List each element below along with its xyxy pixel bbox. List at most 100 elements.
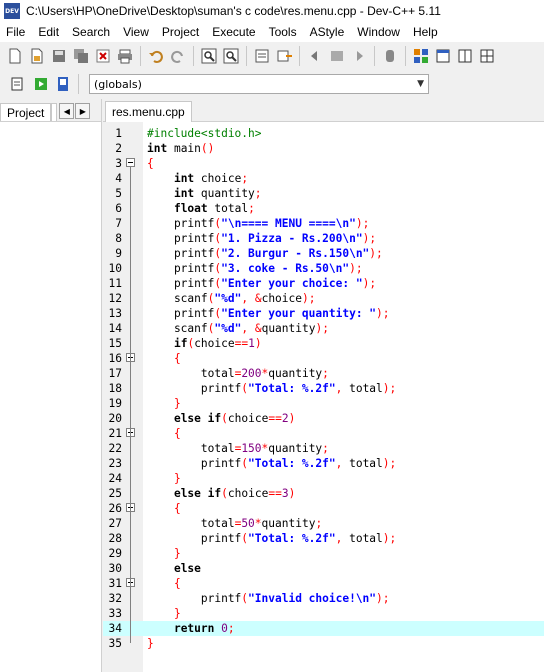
code-line[interactable]: 29 }: [103, 546, 544, 561]
menu-help[interactable]: Help: [407, 25, 445, 39]
code-text: printf("\n==== MENU ====\n");: [147, 217, 370, 230]
code-text: {: [173, 427, 181, 440]
code-line[interactable]: 4 int choice;: [103, 171, 544, 186]
redo-icon[interactable]: [169, 47, 187, 65]
code-text: printf("Enter your quantity: ");: [147, 307, 390, 320]
code-line[interactable]: 23 printf("Total: %.2f", total);: [103, 456, 544, 471]
toggle-bookmark-icon[interactable]: [328, 47, 346, 65]
code-text: }: [173, 472, 181, 485]
line-number: 11: [108, 277, 122, 290]
menu-edit[interactable]: Edit: [32, 25, 66, 39]
line-number: 25: [108, 487, 122, 500]
code-line[interactable]: 30 else: [103, 561, 544, 576]
code-line[interactable]: 17 total=200*quantity;: [103, 366, 544, 381]
tab-partial[interactable]: [51, 103, 58, 121]
code-editor[interactable]: 1 #include<stdio.h> 2 int main() 3{4 int cho…: [103, 122, 544, 672]
code-line[interactable]: 21 {: [103, 426, 544, 441]
line-number: 20: [108, 412, 122, 425]
code-line[interactable]: 33 }: [103, 606, 544, 621]
code-line[interactable]: 14 scanf("%d", &quantity);: [103, 321, 544, 336]
replace-icon[interactable]: [222, 47, 240, 65]
line-number: 4: [115, 172, 122, 185]
code-line[interactable]: 13 printf("Enter your quantity: ");: [103, 306, 544, 321]
line-number: 15: [108, 337, 122, 350]
line-number: 24: [108, 472, 122, 485]
code-line[interactable]: 34 return 0;: [103, 621, 544, 636]
find-icon[interactable]: [200, 47, 218, 65]
code-text: total=50*quantity;: [147, 517, 323, 530]
code-line[interactable]: 35}: [103, 636, 544, 651]
save-all-icon[interactable]: [72, 47, 90, 65]
menu-execute[interactable]: Execute: [206, 25, 262, 39]
code-line[interactable]: 24 }: [103, 471, 544, 486]
code-line[interactable]: 22 total=150*quantity;: [103, 441, 544, 456]
new-class-icon[interactable]: [412, 47, 430, 65]
menu-file[interactable]: File: [0, 25, 32, 39]
prev-bookmark-icon[interactable]: [381, 47, 399, 65]
undo-icon[interactable]: [147, 47, 165, 65]
code-line[interactable]: 1 #include<stdio.h>: [103, 126, 544, 141]
close-icon[interactable]: [94, 47, 112, 65]
code-line[interactable]: 16 {: [103, 351, 544, 366]
code-line[interactable]: 31 {: [103, 576, 544, 591]
menu-project[interactable]: Project: [156, 25, 206, 39]
compile-run-icon[interactable]: [54, 75, 72, 93]
code-line[interactable]: 32 printf("Invalid choice!\n");: [103, 591, 544, 606]
code-line[interactable]: 25 else if(choice==3): [103, 486, 544, 501]
code-line[interactable]: 11 printf("Enter your choice: ");: [103, 276, 544, 291]
goto-line-icon[interactable]: [253, 47, 271, 65]
layout-icon[interactable]: [456, 47, 474, 65]
menu-search[interactable]: Search: [66, 25, 117, 39]
menu-astyle[interactable]: AStyle: [304, 25, 352, 39]
run-icon[interactable]: [32, 75, 50, 93]
compile-icon[interactable]: [10, 75, 28, 93]
scroll-right-icon[interactable]: ▶: [75, 103, 91, 119]
tab-project[interactable]: Project: [0, 103, 52, 121]
code-line[interactable]: 7 printf("\n==== MENU ====\n");: [103, 216, 544, 231]
indent-icon[interactable]: [275, 47, 293, 65]
code-text: else if(choice==2): [173, 412, 296, 425]
code-line[interactable]: 26 {: [103, 501, 544, 516]
code-line[interactable]: 2 int main(): [103, 141, 544, 156]
code-text: }: [173, 607, 181, 620]
code-line[interactable]: 27 total=50*quantity;: [103, 516, 544, 531]
unindent-icon[interactable]: [306, 47, 324, 65]
title-bar: DEV C:\Users\HP\OneDrive\Desktop\suman's…: [0, 0, 544, 22]
code-line[interactable]: 20 else if(choice==2): [103, 411, 544, 426]
code-line[interactable]: 5 int quantity;: [103, 186, 544, 201]
code-line[interactable]: 12 scanf("%d", &choice);: [103, 291, 544, 306]
menu-view[interactable]: View: [117, 25, 156, 39]
code-text: scanf("%d", &quantity);: [147, 322, 329, 335]
code-line[interactable]: 3{: [103, 156, 544, 171]
project-panel-tabs: Project ◀ ▶: [0, 99, 101, 122]
scroll-left-icon[interactable]: ◀: [59, 103, 75, 119]
code-text: total=200*quantity;: [147, 367, 329, 380]
devcpp-app-icon[interactable]: DEV: [4, 3, 20, 19]
print-icon[interactable]: [116, 47, 134, 65]
line-number: 8: [115, 232, 122, 245]
tab-res-menu-cpp[interactable]: res.menu.cpp: [105, 101, 192, 122]
scope-combo[interactable]: (globals) ▼: [89, 74, 429, 94]
code-line[interactable]: 8 printf("1. Pizza - Rs.200\n");: [103, 231, 544, 246]
code-line[interactable]: 6 float total;: [103, 201, 544, 216]
code-line[interactable]: 19 }: [103, 396, 544, 411]
fold-toggle-icon[interactable]: [126, 158, 135, 167]
code-line[interactable]: 15 if(choice==1): [103, 336, 544, 351]
line-number: 12: [108, 292, 122, 305]
code-line[interactable]: 10 printf("3. coke - Rs.50\n");: [103, 261, 544, 276]
open-file-icon[interactable]: [28, 47, 46, 65]
menu-window[interactable]: Window: [351, 25, 407, 39]
code-text: int quantity;: [173, 187, 262, 200]
save-icon[interactable]: [50, 47, 68, 65]
code-line[interactable]: 18 printf("Total: %.2f", total);: [103, 381, 544, 396]
chevron-down-icon[interactable]: ▼: [417, 79, 424, 89]
insert-icon[interactable]: [434, 47, 452, 65]
grid-icon[interactable]: [478, 47, 496, 65]
code-text: scanf("%d", &choice);: [147, 292, 316, 305]
code-line[interactable]: 9 printf("2. Burgur - Rs.150\n");: [103, 246, 544, 261]
menu-tools[interactable]: Tools: [263, 25, 304, 39]
new-file-icon[interactable]: [6, 47, 24, 65]
next-bookmark-icon[interactable]: [350, 47, 368, 65]
code-line[interactable]: 28 printf("Total: %.2f", total);: [103, 531, 544, 546]
code-text: printf("1. Pizza - Rs.200\n");: [147, 232, 377, 245]
